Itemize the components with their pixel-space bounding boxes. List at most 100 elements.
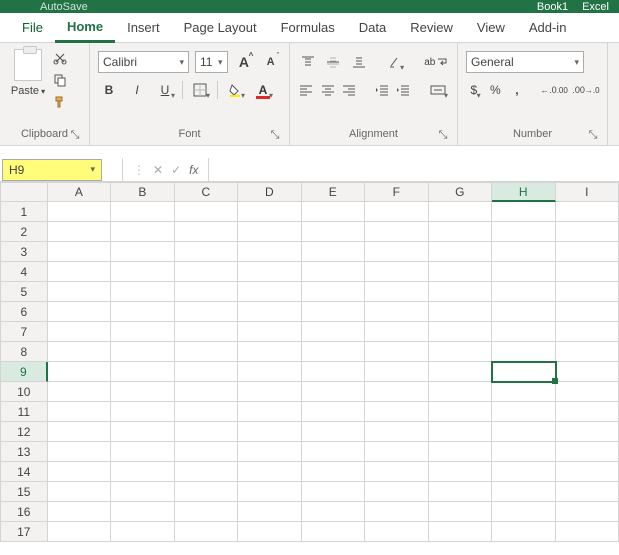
cell[interactable]: [556, 282, 619, 302]
cell[interactable]: [556, 422, 619, 442]
tab-data[interactable]: Data: [347, 13, 398, 43]
cell[interactable]: [175, 462, 238, 482]
cell[interactable]: [111, 322, 174, 342]
cell[interactable]: [302, 502, 365, 522]
borders-button[interactable]: ▾: [189, 79, 211, 101]
cell[interactable]: [492, 462, 555, 482]
cell[interactable]: [492, 422, 555, 442]
cell[interactable]: [111, 362, 174, 382]
cell[interactable]: [238, 362, 301, 382]
cell[interactable]: [556, 362, 619, 382]
row-header[interactable]: 17: [0, 522, 48, 542]
cell[interactable]: [365, 242, 428, 262]
align-right-button[interactable]: [342, 79, 358, 101]
row-header[interactable]: 3: [0, 242, 48, 262]
row-header[interactable]: 10: [0, 382, 48, 402]
cell[interactable]: [238, 422, 301, 442]
decrease-font-button[interactable]: Aˇ: [260, 51, 281, 73]
font-dialog-launcher[interactable]: ⤡: [269, 129, 281, 141]
cell[interactable]: [302, 382, 365, 402]
cell[interactable]: [302, 202, 365, 222]
cell[interactable]: [365, 442, 428, 462]
cell[interactable]: [111, 422, 174, 442]
column-header[interactable]: I: [556, 182, 619, 202]
cell[interactable]: [429, 362, 492, 382]
cell[interactable]: [302, 402, 365, 422]
comma-format-button[interactable]: ,: [509, 79, 525, 101]
percent-format-button[interactable]: %: [488, 79, 504, 101]
row-header[interactable]: 11: [0, 402, 48, 422]
cell[interactable]: [175, 302, 238, 322]
cell[interactable]: [429, 222, 492, 242]
cell[interactable]: [111, 522, 174, 542]
cell[interactable]: [429, 442, 492, 462]
font-name-combo[interactable]: Calibri▾: [98, 51, 189, 73]
cell[interactable]: [111, 242, 174, 262]
cell[interactable]: [365, 262, 428, 282]
cell[interactable]: [492, 442, 555, 462]
cell[interactable]: [429, 482, 492, 502]
cell[interactable]: [175, 262, 238, 282]
cell[interactable]: [492, 382, 555, 402]
cell[interactable]: [556, 522, 619, 542]
cell[interactable]: [111, 342, 174, 362]
paste-icon[interactable]: [14, 49, 42, 81]
cell[interactable]: [302, 262, 365, 282]
cell[interactable]: [111, 462, 174, 482]
row-header[interactable]: 2: [0, 222, 48, 242]
align-left-button[interactable]: [298, 79, 314, 101]
cell[interactable]: [365, 522, 428, 542]
cell[interactable]: [48, 442, 111, 462]
row-header[interactable]: 16: [0, 502, 48, 522]
cell[interactable]: [492, 202, 555, 222]
cell[interactable]: [429, 342, 492, 362]
cell[interactable]: [365, 322, 428, 342]
cell[interactable]: [175, 242, 238, 262]
align-middle-button[interactable]: [323, 51, 342, 73]
cell[interactable]: [238, 442, 301, 462]
cell[interactable]: [556, 382, 619, 402]
cell[interactable]: [111, 262, 174, 282]
align-top-button[interactable]: [298, 51, 317, 73]
copy-button[interactable]: [50, 71, 70, 89]
cell[interactable]: [429, 462, 492, 482]
cell[interactable]: [429, 322, 492, 342]
number-dialog-launcher[interactable]: ⤡: [587, 129, 599, 141]
cell[interactable]: [556, 342, 619, 362]
cell[interactable]: [492, 222, 555, 242]
cell[interactable]: [556, 402, 619, 422]
tab-insert[interactable]: Insert: [115, 13, 172, 43]
tab-review[interactable]: Review: [398, 13, 465, 43]
cell[interactable]: [175, 382, 238, 402]
cell[interactable]: [175, 362, 238, 382]
cell[interactable]: [556, 322, 619, 342]
cell[interactable]: [238, 382, 301, 402]
cell[interactable]: [111, 402, 174, 422]
cell[interactable]: [48, 422, 111, 442]
cell[interactable]: [302, 322, 365, 342]
row-header[interactable]: 13: [0, 442, 48, 462]
cell[interactable]: [492, 322, 555, 342]
cell[interactable]: [429, 242, 492, 262]
cell[interactable]: [429, 262, 492, 282]
column-header[interactable]: C: [175, 182, 238, 202]
cell[interactable]: [175, 282, 238, 302]
cut-button[interactable]: [50, 49, 70, 67]
tab-home[interactable]: Home: [55, 13, 115, 43]
cell[interactable]: [492, 302, 555, 322]
cell[interactable]: [48, 342, 111, 362]
cell[interactable]: [492, 402, 555, 422]
cell[interactable]: [365, 222, 428, 242]
orientation-button[interactable]: ▾: [386, 51, 405, 73]
accounting-format-button[interactable]: $▾: [466, 79, 482, 101]
clipboard-dialog-launcher[interactable]: ⤡: [69, 129, 81, 141]
cell[interactable]: [111, 302, 174, 322]
cell[interactable]: [556, 502, 619, 522]
cell[interactable]: [365, 382, 428, 402]
row-header[interactable]: 15: [0, 482, 48, 502]
cell[interactable]: [238, 522, 301, 542]
cell[interactable]: [492, 502, 555, 522]
cell[interactable]: [238, 342, 301, 362]
cell[interactable]: [492, 362, 555, 382]
cell[interactable]: [238, 482, 301, 502]
